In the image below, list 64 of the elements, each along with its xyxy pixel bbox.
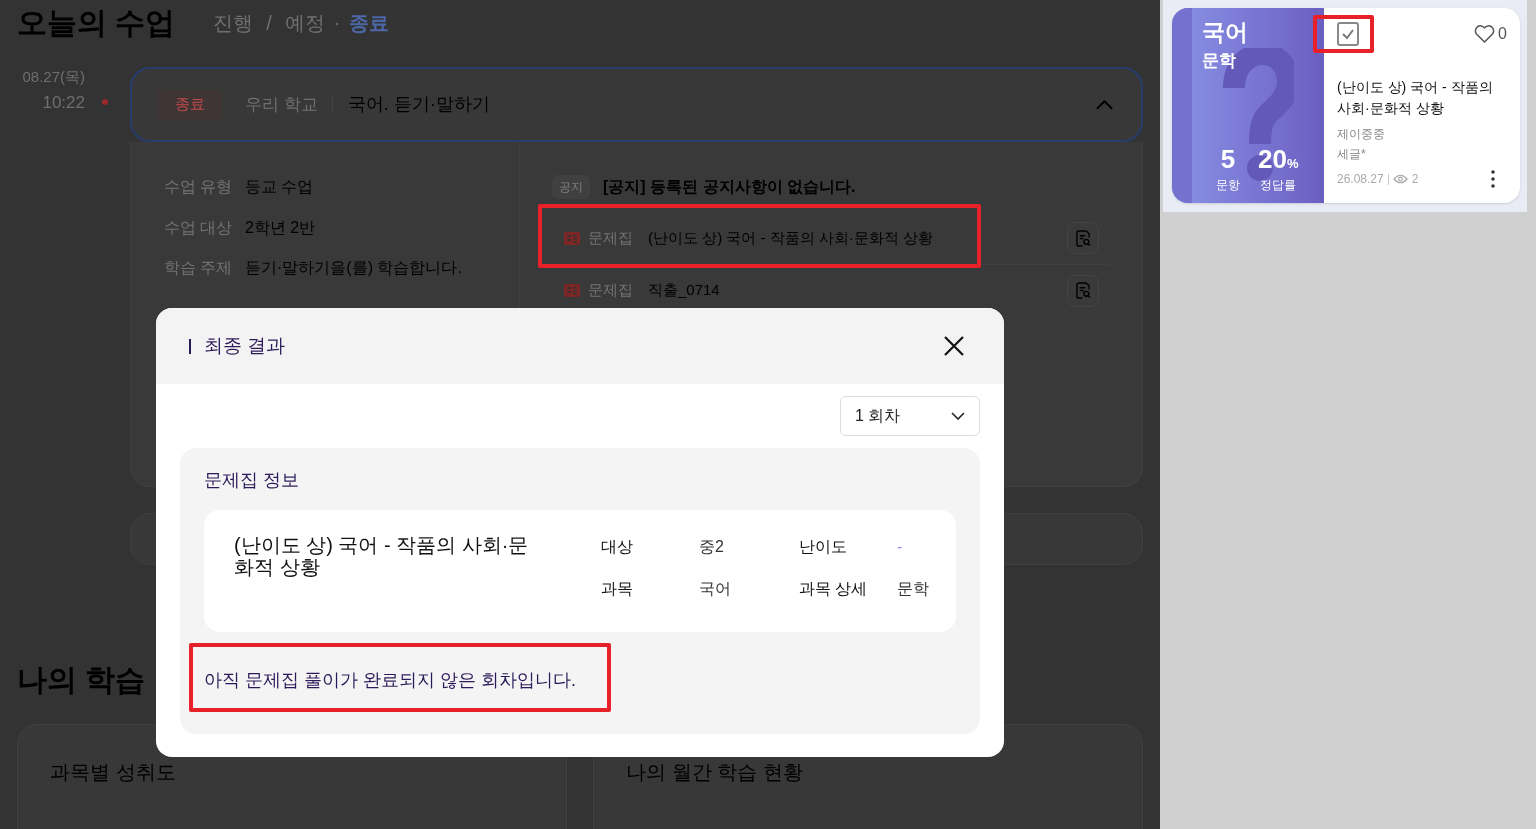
round-select[interactable]: 1 회차 [840, 396, 980, 436]
material-type: 문제집 [588, 227, 633, 248]
detail-label: 학습 주제 [164, 258, 234, 279]
status-badge: 종료 [157, 89, 222, 120]
checkbox[interactable] [1337, 22, 1359, 46]
field-value: 중2 [699, 537, 725, 557]
field-label: 난이도 [799, 537, 848, 557]
stat-label: 정답률 [1260, 177, 1297, 193]
filter-tab[interactable]: 종료 [348, 8, 389, 37]
lesson-header[interactable]: 종료 우리 학교 국어. 듣기·말하기 [130, 67, 1143, 142]
more-options-icon[interactable] [1491, 170, 1495, 188]
lesson-time: 10:22 [42, 92, 85, 114]
workbook-icon [564, 284, 580, 297]
close-icon [944, 336, 964, 356]
view-count: 2 [1411, 171, 1419, 187]
panel-title: 과목별 성취도 [50, 760, 176, 785]
notice-text: [공지] 등록된 공지사항이 없습니다. [603, 177, 856, 197]
document-search-icon [1075, 229, 1091, 247]
chevron-down-icon [951, 412, 965, 420]
like-button[interactable]: 0 [1474, 22, 1507, 46]
author-name: 제이중중 [1337, 126, 1385, 143]
section-heading: 문제집 정보 [204, 469, 299, 492]
material-title: (난이도 상) 국어 - 작품의 사회·문화적 상황 [648, 227, 933, 248]
detail-label: 수업 대상 [164, 217, 234, 238]
filter-separator: · [333, 11, 340, 35]
notice-badge: 공지 [552, 175, 590, 199]
tag-label: 세글* [1337, 146, 1366, 163]
detail-label: 수업 유형 [164, 177, 234, 198]
detail-value: 등교 수업 [245, 177, 314, 198]
detail-value: 듣기·말하기을(를) 학습합니다. [245, 258, 462, 279]
status-message: 아직 문제집 풀이가 완료되지 않은 회차입니다. [204, 670, 576, 690]
dialog-title: 최종 결과 [204, 333, 286, 358]
field-value: 문학 [897, 579, 929, 599]
lesson-title: 국어. 듣기·말하기 [347, 93, 490, 116]
workbook-tile[interactable]: 국어 문학 5 문항 20% 정답률 0 (난이도 상) 국어 - 작품의 사회·문화적 상황 제이중중 세글* 26.08.27 2 [1172, 8, 1520, 203]
workbook-icon [564, 231, 580, 245]
material-type: 문제집 [588, 280, 633, 301]
card-date: 26.08.27 [1337, 171, 1384, 187]
field-value: 국어 [699, 579, 732, 599]
accent-bar-icon [189, 338, 191, 354]
stat-value: 5 [1220, 144, 1236, 174]
filter-separator: / [266, 10, 272, 36]
material-row[interactable]: 문제집 (난이도 상) 국어 - 작품의 사회·문화적 상황 [552, 212, 1109, 264]
close-button[interactable] [944, 336, 964, 356]
filter-tab[interactable]: 예정 [284, 8, 325, 37]
subject-category: 문학 [1202, 50, 1236, 72]
field-label: 과목 상세 [799, 579, 869, 599]
school-name: 우리 학교 [245, 93, 318, 116]
document-search-icon [1075, 282, 1091, 299]
panel-title: 나의 월간 학습 현황 [626, 760, 803, 785]
stat-value: 20% [1258, 144, 1299, 174]
eye-icon [1392, 174, 1408, 184]
field-value: - [897, 537, 904, 557]
filter-tab[interactable]: 진행 [213, 8, 254, 37]
field-label: 대상 [601, 537, 634, 557]
field-label: 과목 [601, 579, 634, 599]
heart-icon [1474, 25, 1496, 43]
lesson-date: 08.27(목) [22, 68, 85, 86]
card-title: (난이도 상) 국어 - 작품의 사회·문화적 상황 [1337, 78, 1494, 118]
detail-value: 2학년 2반 [245, 217, 316, 238]
material-title: 직출_0714 [648, 280, 720, 301]
workbook-title: (난이도 상) 국어 - 작품의 사회·문화적 상황 [234, 534, 530, 578]
subject-name: 국어 [1202, 18, 1248, 47]
stat-label: 문항 [1216, 177, 1240, 193]
